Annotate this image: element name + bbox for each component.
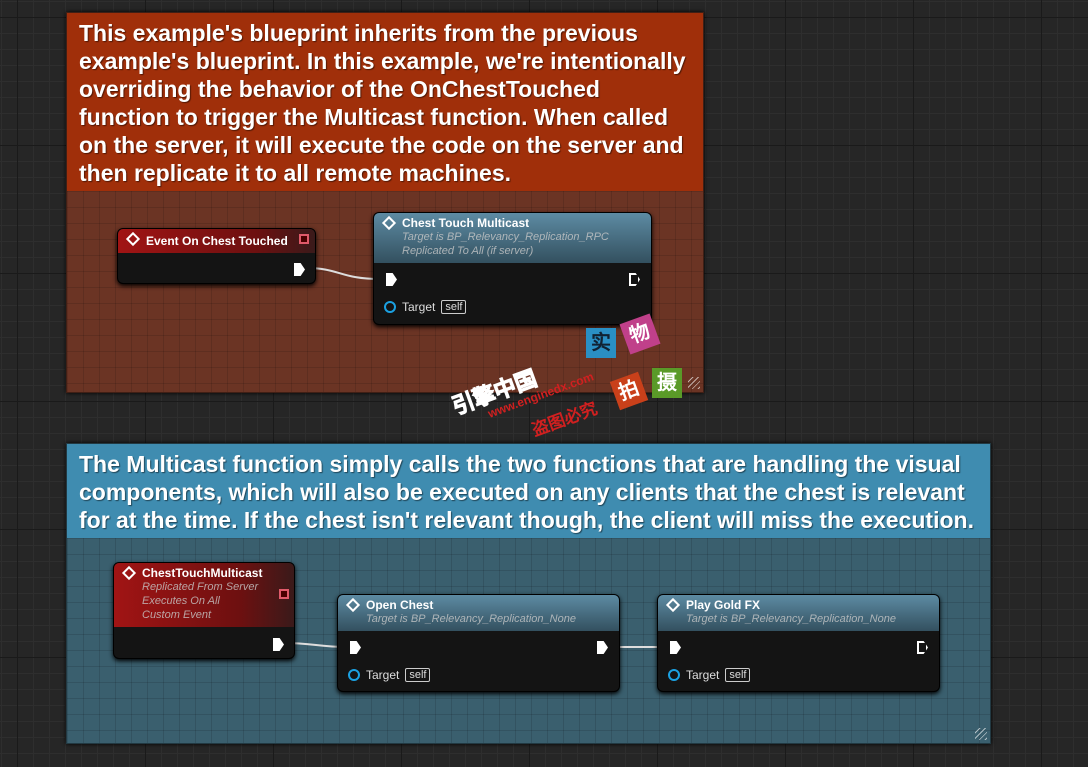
node-open-chest[interactable]: Open Chest Target is BP_Relevancy_Replic… [337,594,620,692]
node-chest-touch-multicast[interactable]: Chest Touch Multicast Target is BP_Relev… [373,212,652,325]
function-icon [345,597,361,613]
exec-in-pin[interactable] [386,273,397,286]
node-play-gold-fx[interactable]: Play Gold FX Target is BP_Relevancy_Repl… [657,594,940,692]
exec-in-pin[interactable] [350,641,361,654]
exec-out-pin[interactable] [294,263,305,276]
node-event-on-chest-touched[interactable]: Event On Chest Touched [117,228,316,284]
object-pin-icon[interactable] [384,301,396,313]
exec-wire [305,267,381,280]
exec-out-pin[interactable] [629,273,640,286]
node-chest-touch-multicast-event[interactable]: ChestTouchMulticast Replicated From Serv… [113,562,295,659]
exec-in-pin[interactable] [670,641,681,654]
function-icon [381,215,397,231]
object-pin-icon[interactable] [348,669,360,681]
exec-out-pin[interactable] [597,641,608,654]
object-pin-icon[interactable] [668,669,680,681]
exec-out-pin[interactable] [273,638,284,651]
exec-out-pin[interactable] [917,641,928,654]
event-icon [125,231,141,247]
function-icon [665,597,681,613]
event-icon [121,565,137,581]
delegate-pin[interactable] [299,234,309,244]
delegate-pin[interactable] [279,589,289,599]
